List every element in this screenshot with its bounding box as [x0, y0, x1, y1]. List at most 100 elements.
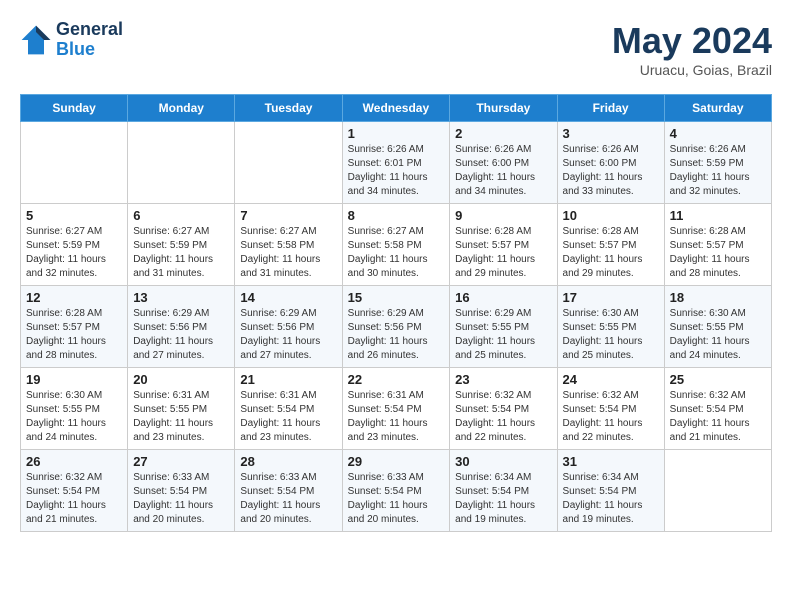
- calendar-cell: [128, 122, 235, 204]
- day-number: 12: [26, 290, 122, 305]
- calendar-cell: 17 Sunrise: 6:30 AM Sunset: 5:55 PM Dayli…: [557, 286, 664, 368]
- calendar-row: 5 Sunrise: 6:27 AM Sunset: 5:59 PM Daylig…: [21, 204, 772, 286]
- calendar-cell: 18Sunrise: 6:30 AM Sunset: 5:55 PM Dayli…: [664, 286, 771, 368]
- logo: General Blue: [20, 20, 123, 60]
- day-number: 21: [240, 372, 336, 387]
- day-info: Sunrise: 6:33 AM Sunset: 5:54 PM Dayligh…: [133, 471, 229, 527]
- calendar-cell: 1Sunrise: 6:26 AM Sunset: 6:01 PM Daylig…: [342, 122, 450, 204]
- calendar-cell: 28 Sunrise: 6:33 AM Sunset: 5:54 PM Dayli…: [235, 450, 342, 532]
- logo-text-general: General: [56, 20, 123, 40]
- day-info: Sunrise: 6:30 AM Sunset: 5:55 PM Dayligh…: [26, 389, 122, 445]
- day-info: Sunrise: 6:27 AM Sunset: 5:58 PM Dayligh…: [348, 225, 445, 281]
- calendar-row: 1Sunrise: 6:26 AM Sunset: 6:01 PM Daylig…: [21, 122, 772, 204]
- day-info: Sunrise: 6:29 AM Sunset: 5:56 PM Dayligh…: [348, 307, 445, 363]
- day-number: 2: [455, 126, 551, 141]
- day-number: 7: [240, 208, 336, 223]
- day-number: 4: [670, 126, 766, 141]
- day-number: 18: [670, 290, 766, 305]
- day-number: 16: [455, 290, 551, 305]
- calendar-cell: 3 Sunrise: 6:26 AM Sunset: 6:00 PM Daylig…: [557, 122, 664, 204]
- calendar-row: 26 Sunrise: 6:32 AM Sunset: 5:54 PM Dayli…: [21, 450, 772, 532]
- day-number: 25: [670, 372, 766, 387]
- calendar-cell: 30 Sunrise: 6:34 AM Sunset: 5:54 PM Dayli…: [450, 450, 557, 532]
- day-number: 27: [133, 454, 229, 469]
- calendar-cell: 14 Sunrise: 6:29 AM Sunset: 5:56 PM Dayli…: [235, 286, 342, 368]
- day-info: Sunrise: 6:32 AM Sunset: 5:54 PM Dayligh…: [455, 389, 551, 445]
- calendar-cell: 10 Sunrise: 6:28 AM Sunset: 5:57 PM Dayli…: [557, 204, 664, 286]
- weekday-header: Friday: [557, 95, 664, 122]
- day-info: Sunrise: 6:31 AM Sunset: 5:55 PM Dayligh…: [133, 389, 229, 445]
- day-number: 11: [670, 208, 766, 223]
- month-title: May 2024: [612, 20, 772, 62]
- calendar-cell: 23 Sunrise: 6:32 AM Sunset: 5:54 PM Dayli…: [450, 368, 557, 450]
- day-number: 5: [26, 208, 122, 223]
- page-header: General Blue May 2024 Uruacu, Goias, Bra…: [20, 20, 772, 78]
- calendar-cell: 16 Sunrise: 6:29 AM Sunset: 5:55 PM Dayli…: [450, 286, 557, 368]
- day-number: 15: [348, 290, 445, 305]
- weekday-header: Monday: [128, 95, 235, 122]
- calendar-cell: 13Sunrise: 6:29 AM Sunset: 5:56 PM Dayli…: [128, 286, 235, 368]
- day-info: Sunrise: 6:30 AM Sunset: 5:55 PM Dayligh…: [563, 307, 659, 363]
- logo-text-blue: Blue: [56, 40, 123, 60]
- day-number: 6: [133, 208, 229, 223]
- day-number: 22: [348, 372, 445, 387]
- calendar-cell: 22 Sunrise: 6:31 AM Sunset: 5:54 PM Dayli…: [342, 368, 450, 450]
- weekday-header: Sunday: [21, 95, 128, 122]
- calendar-cell: [235, 122, 342, 204]
- day-number: 26: [26, 454, 122, 469]
- location-subtitle: Uruacu, Goias, Brazil: [612, 62, 772, 78]
- day-number: 9: [455, 208, 551, 223]
- calendar-row: 12 Sunrise: 6:28 AM Sunset: 5:57 PM Dayli…: [21, 286, 772, 368]
- calendar-cell: 21 Sunrise: 6:31 AM Sunset: 5:54 PM Dayli…: [235, 368, 342, 450]
- calendar-cell: 24Sunrise: 6:32 AM Sunset: 5:54 PM Dayli…: [557, 368, 664, 450]
- day-info: Sunrise: 6:28 AM Sunset: 5:57 PM Dayligh…: [26, 307, 122, 363]
- day-number: 14: [240, 290, 336, 305]
- calendar-cell: 29Sunrise: 6:33 AM Sunset: 5:54 PM Dayli…: [342, 450, 450, 532]
- day-number: 13: [133, 290, 229, 305]
- day-number: 28: [240, 454, 336, 469]
- calendar-cell: 20 Sunrise: 6:31 AM Sunset: 5:55 PM Dayli…: [128, 368, 235, 450]
- day-info: Sunrise: 6:28 AM Sunset: 5:57 PM Dayligh…: [563, 225, 659, 281]
- day-info: Sunrise: 6:32 AM Sunset: 5:54 PM Dayligh…: [26, 471, 122, 527]
- day-info: Sunrise: 6:34 AM Sunset: 5:54 PM Dayligh…: [563, 471, 659, 527]
- day-number: 19: [26, 372, 122, 387]
- calendar-cell: 25Sunrise: 6:32 AM Sunset: 5:54 PM Dayli…: [664, 368, 771, 450]
- calendar-cell: 26 Sunrise: 6:32 AM Sunset: 5:54 PM Dayli…: [21, 450, 128, 532]
- day-info: Sunrise: 6:29 AM Sunset: 5:55 PM Dayligh…: [455, 307, 551, 363]
- calendar-cell: 15 Sunrise: 6:29 AM Sunset: 5:56 PM Dayli…: [342, 286, 450, 368]
- calendar-header: SundayMondayTuesdayWednesdayThursdayFrid…: [21, 95, 772, 122]
- calendar-cell: 4Sunrise: 6:26 AM Sunset: 5:59 PM Daylig…: [664, 122, 771, 204]
- weekday-header: Saturday: [664, 95, 771, 122]
- day-info: Sunrise: 6:28 AM Sunset: 5:57 PM Dayligh…: [455, 225, 551, 281]
- day-info: Sunrise: 6:27 AM Sunset: 5:58 PM Dayligh…: [240, 225, 336, 281]
- calendar-cell: 11Sunrise: 6:28 AM Sunset: 5:57 PM Dayli…: [664, 204, 771, 286]
- title-block: May 2024 Uruacu, Goias, Brazil: [612, 20, 772, 78]
- day-number: 10: [563, 208, 659, 223]
- day-info: Sunrise: 6:26 AM Sunset: 6:00 PM Dayligh…: [455, 143, 551, 199]
- calendar-cell: [664, 450, 771, 532]
- day-info: Sunrise: 6:34 AM Sunset: 5:54 PM Dayligh…: [455, 471, 551, 527]
- day-info: Sunrise: 6:29 AM Sunset: 5:56 PM Dayligh…: [240, 307, 336, 363]
- day-number: 30: [455, 454, 551, 469]
- day-number: 17: [563, 290, 659, 305]
- day-info: Sunrise: 6:26 AM Sunset: 6:00 PM Dayligh…: [563, 143, 659, 199]
- day-number: 20: [133, 372, 229, 387]
- calendar-cell: 9 Sunrise: 6:28 AM Sunset: 5:57 PM Daylig…: [450, 204, 557, 286]
- day-info: Sunrise: 6:32 AM Sunset: 5:54 PM Dayligh…: [563, 389, 659, 445]
- calendar-cell: 5 Sunrise: 6:27 AM Sunset: 5:59 PM Daylig…: [21, 204, 128, 286]
- day-info: Sunrise: 6:31 AM Sunset: 5:54 PM Dayligh…: [240, 389, 336, 445]
- day-info: Sunrise: 6:27 AM Sunset: 5:59 PM Dayligh…: [26, 225, 122, 281]
- day-number: 1: [348, 126, 445, 141]
- day-number: 31: [563, 454, 659, 469]
- calendar-row: 19 Sunrise: 6:30 AM Sunset: 5:55 PM Dayli…: [21, 368, 772, 450]
- logo-icon: [20, 24, 52, 56]
- calendar-cell: 31 Sunrise: 6:34 AM Sunset: 5:54 PM Dayli…: [557, 450, 664, 532]
- weekday-header: Wednesday: [342, 95, 450, 122]
- day-number: 23: [455, 372, 551, 387]
- day-info: Sunrise: 6:31 AM Sunset: 5:54 PM Dayligh…: [348, 389, 445, 445]
- day-number: 3: [563, 126, 659, 141]
- day-number: 29: [348, 454, 445, 469]
- calendar-cell: [21, 122, 128, 204]
- calendar-cell: 2 Sunrise: 6:26 AM Sunset: 6:00 PM Daylig…: [450, 122, 557, 204]
- day-info: Sunrise: 6:33 AM Sunset: 5:54 PM Dayligh…: [240, 471, 336, 527]
